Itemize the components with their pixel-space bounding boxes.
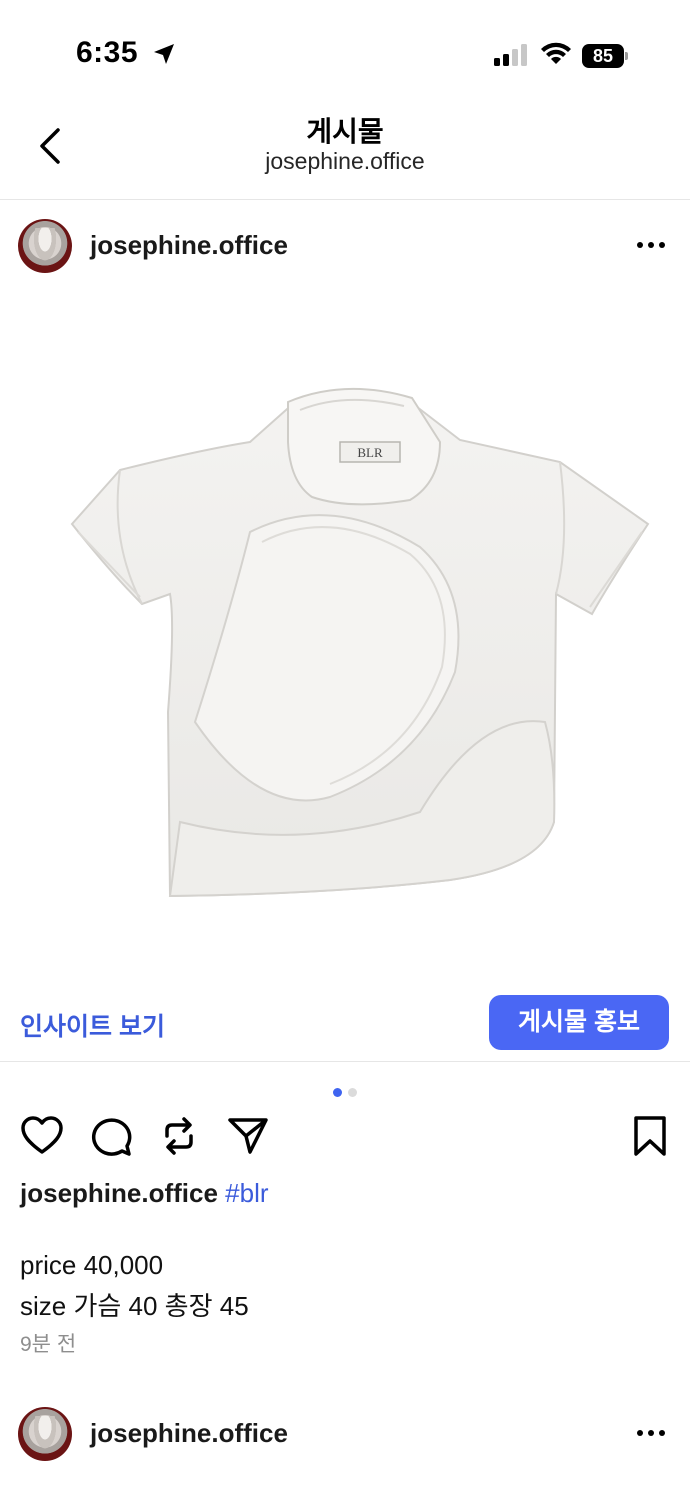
share-button[interactable] <box>226 1114 270 1158</box>
comment-icon <box>91 1118 132 1156</box>
description-size: size 가슴 40 총장 45 <box>20 1291 249 1321</box>
post-header: josephine.office <box>0 200 690 292</box>
more-options-icon[interactable] <box>636 1428 666 1438</box>
avatar[interactable] <box>18 219 72 273</box>
status-time: 6:35 <box>76 36 139 69</box>
nav-header: 게시물 josephine.office <box>0 100 690 200</box>
garment-label-text: BLR <box>357 445 383 460</box>
bookmark-icon <box>634 1116 666 1156</box>
battery-cap <box>625 52 628 60</box>
post-username[interactable]: josephine.office <box>90 230 288 261</box>
save-button[interactable] <box>628 1114 672 1158</box>
carousel-dot-active <box>333 1088 342 1097</box>
caption-username[interactable]: josephine.office <box>20 1178 218 1208</box>
carousel-dot <box>348 1088 357 1097</box>
heart-icon <box>21 1116 63 1154</box>
battery-indicator: 85 <box>582 44 628 68</box>
carousel-indicator <box>0 1084 690 1097</box>
post-caption: josephine.office #blr <box>20 1178 269 1209</box>
more-options-icon[interactable] <box>636 240 666 250</box>
wifi-icon <box>541 42 571 64</box>
promote-post-button[interactable]: 게시물 홍보 <box>489 995 669 1050</box>
post-timestamp: 9분 전 <box>20 1333 77 1356</box>
comment-button[interactable] <box>89 1114 133 1158</box>
insight-row: 인사이트 보기 게시물 홍보 <box>0 982 690 1062</box>
page-title: 게시물 <box>306 116 384 147</box>
like-button[interactable] <box>20 1114 64 1158</box>
garment-illustration: BLR <box>70 387 650 898</box>
next-post-header: josephine.office <box>0 1388 690 1480</box>
battery-level: 85 <box>582 44 624 68</box>
page-subtitle: josephine.office <box>265 148 425 174</box>
repost-icon <box>165 1117 193 1155</box>
description-price: price 40,000 <box>20 1250 164 1280</box>
repost-button[interactable] <box>157 1114 201 1158</box>
avatar[interactable] <box>18 1407 72 1461</box>
view-insights-link[interactable]: 인사이트 보기 <box>20 1007 165 1043</box>
next-post-username[interactable]: josephine.office <box>90 1418 288 1449</box>
send-icon <box>228 1118 268 1154</box>
caption-hashtag[interactable]: #blr <box>225 1178 268 1208</box>
status-bar: 6:35 85 <box>0 0 690 100</box>
post-image[interactable]: BLR <box>0 292 690 982</box>
cellular-signal-icon <box>494 44 527 66</box>
location-arrow-icon <box>154 44 174 64</box>
